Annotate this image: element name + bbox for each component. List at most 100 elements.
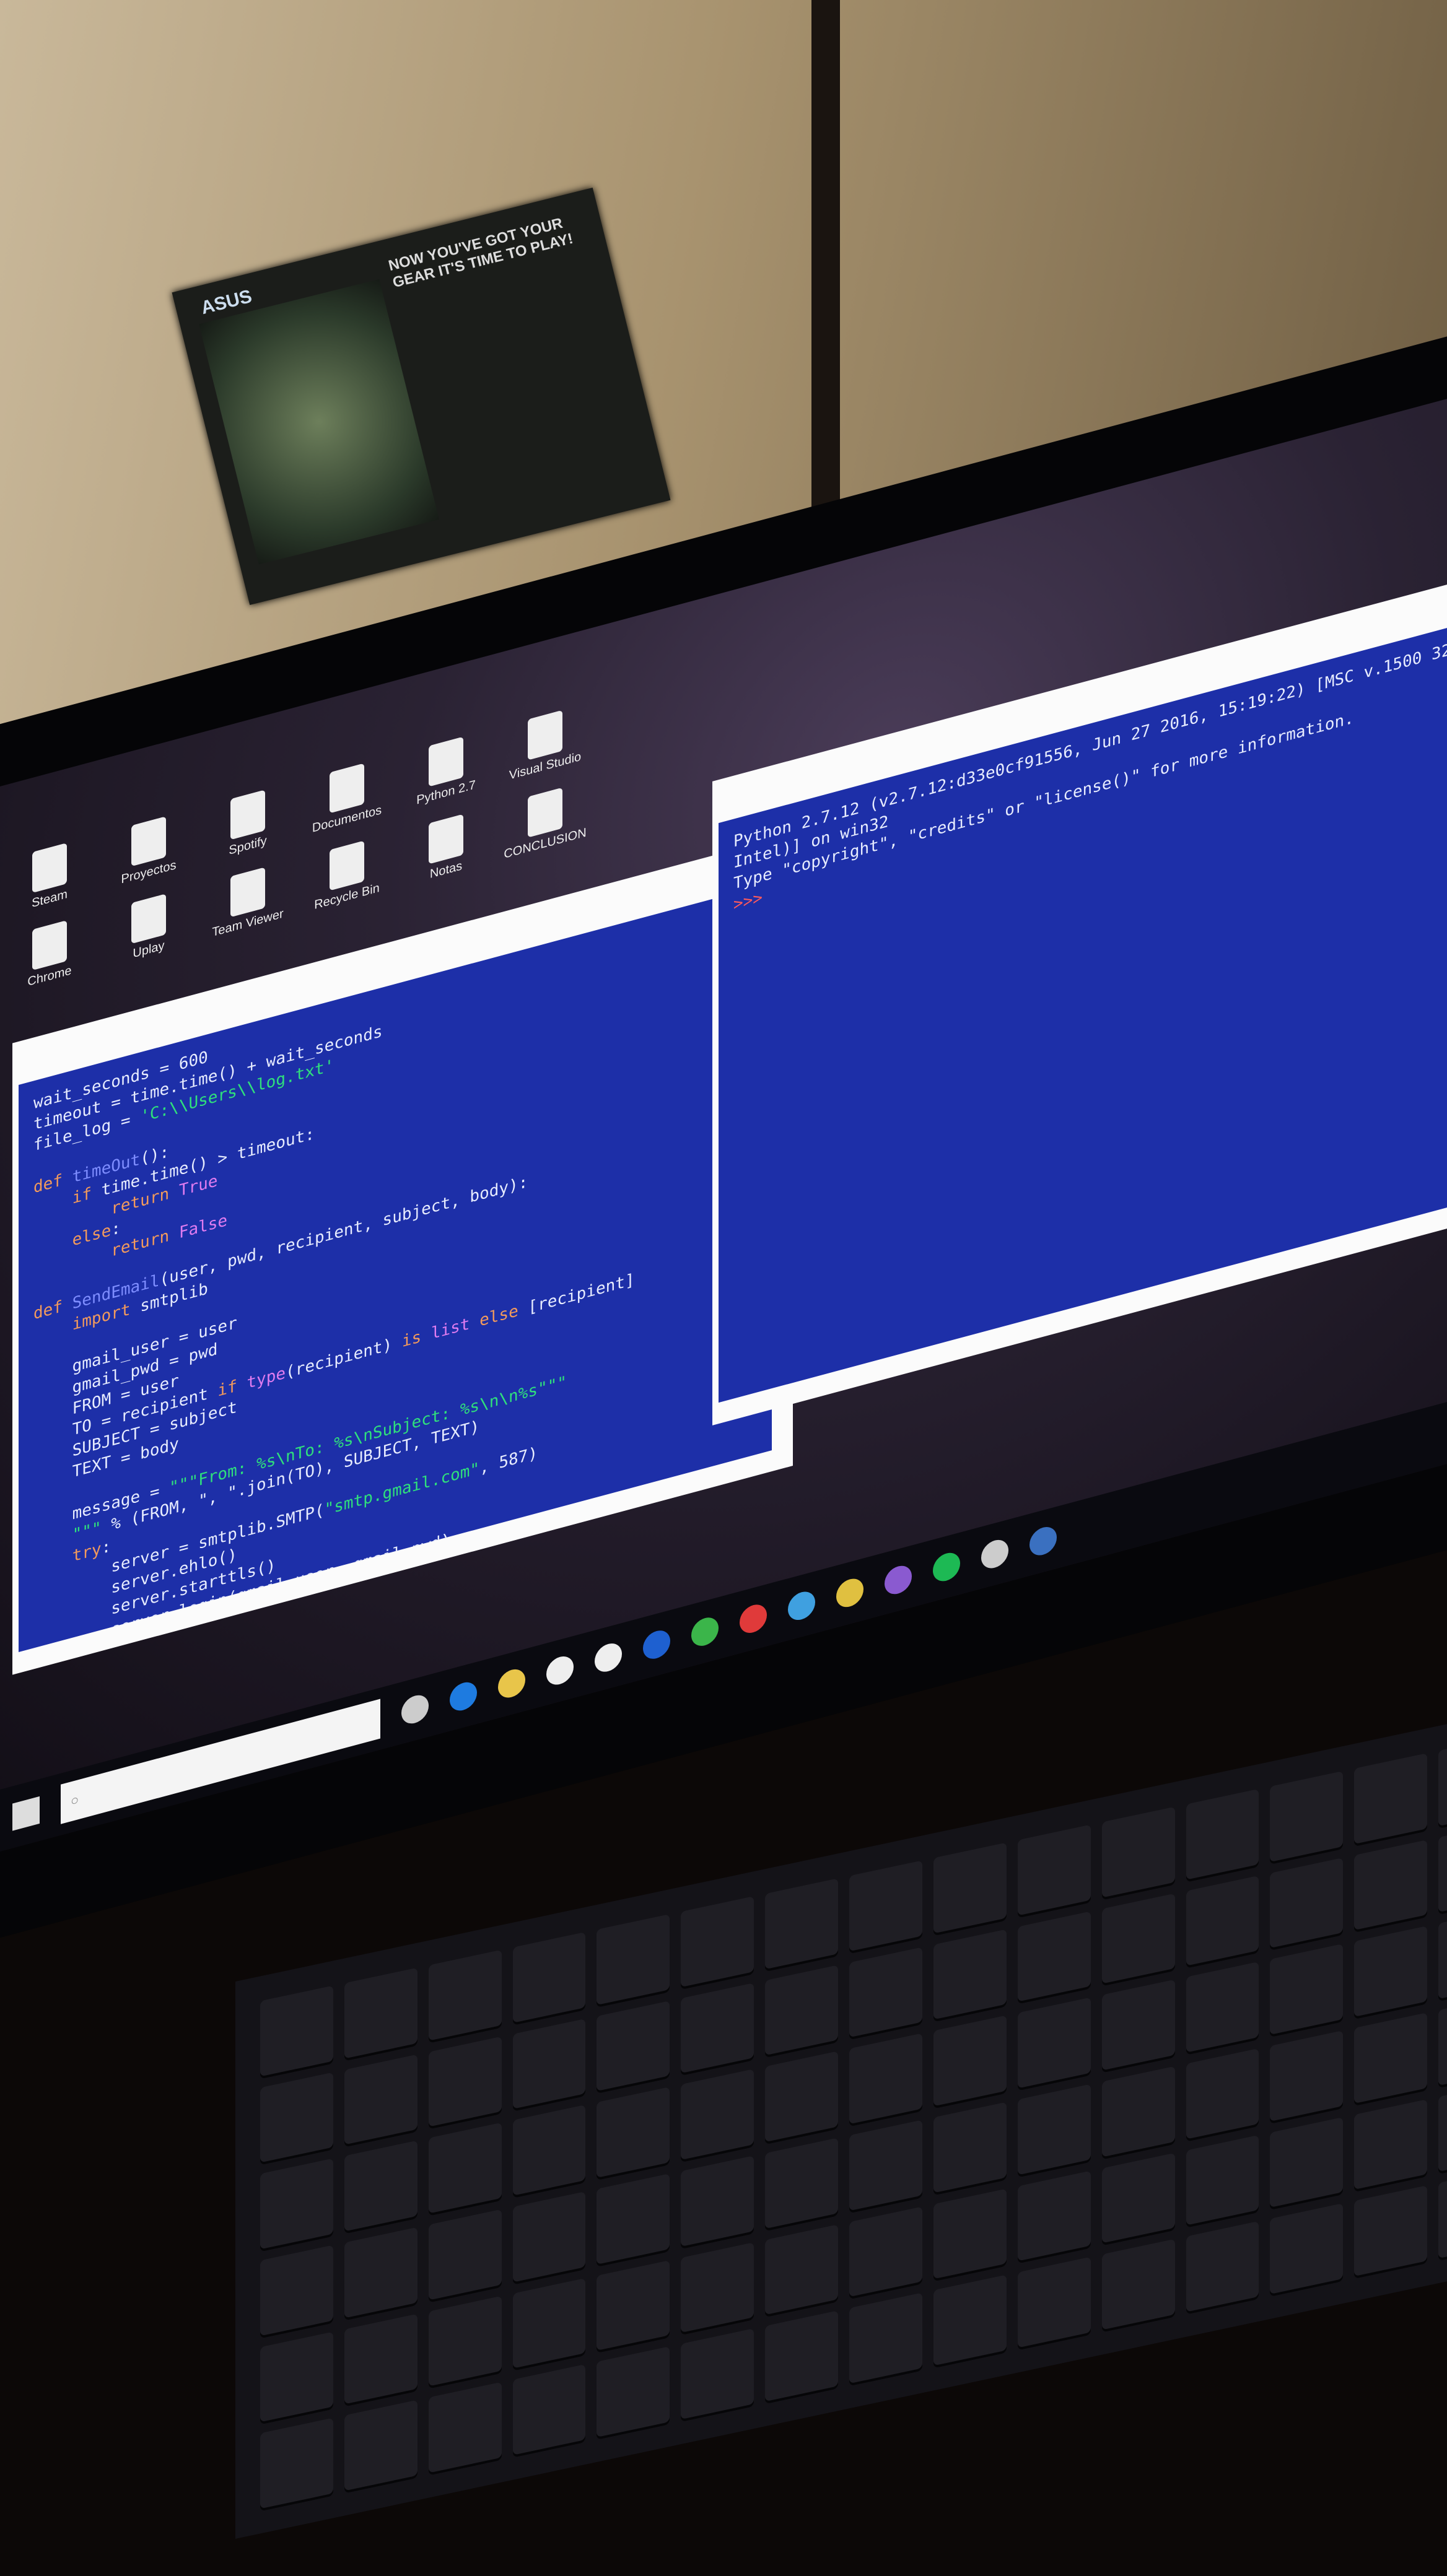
keyboard-key [933, 2015, 1007, 2107]
poster-artwork [199, 279, 439, 565]
cortana-icon[interactable] [643, 1627, 670, 1662]
desktop-icon[interactable]: Documentos [304, 756, 390, 838]
edge-icon[interactable] [450, 1679, 477, 1714]
keyboard-key [260, 1985, 333, 2077]
desktop-icon-label: Proyectos [121, 858, 177, 887]
windows-start-icon[interactable] [12, 1796, 40, 1831]
python-shell-content[interactable]: Python 2.7.12 (v2.7.12:d33e0cf91556, Jun… [719, 614, 1447, 1403]
keyboard-key [1270, 1944, 1344, 2035]
keyboard-key [1186, 1875, 1259, 1967]
keyboard-key [260, 2158, 333, 2250]
keyboard-key [849, 1946, 922, 2038]
keyboard-key [1101, 2152, 1175, 2244]
mail-icon[interactable] [595, 1640, 622, 1675]
python-idle-icon[interactable] [1030, 1523, 1057, 1559]
file-icon [528, 787, 562, 838]
keyboard-key [849, 2120, 922, 2211]
code-token: : [101, 1536, 111, 1559]
keyboard-key [933, 2274, 1007, 2366]
desktop-icon[interactable]: CONCLUSION [502, 780, 588, 863]
keyboard-key [1354, 2185, 1428, 2277]
keyboard-key [1270, 2117, 1344, 2208]
desktop-icon[interactable]: Python 2.7 [403, 729, 489, 812]
keyboard-key [597, 2087, 670, 2178]
keyboard-key [1354, 1753, 1428, 1844]
code-editor-content[interactable]: wait_seconds = 600 timeout = time.time() … [19, 883, 772, 1652]
file-icon [429, 814, 463, 864]
keyboard-key [428, 2209, 502, 2300]
keyboard-key [597, 2260, 670, 2351]
keyboard-key [344, 2227, 417, 2318]
keyboard-key [1270, 1857, 1344, 1949]
file-icon [330, 840, 364, 891]
shell-output-line: Python 2.7.12 (v2.7.12:d33e0cf91556, Jun… [733, 625, 1447, 851]
file-icon [32, 843, 67, 894]
file-icon [429, 736, 463, 787]
keyboard-key [681, 2069, 754, 2160]
keyboard-key [344, 2140, 417, 2232]
keyboard-key [1186, 2048, 1259, 2139]
code-token: : [111, 1218, 121, 1240]
keyboard-key [849, 2033, 922, 2125]
spotify-icon[interactable] [933, 1549, 960, 1585]
keyboard-key [512, 2105, 586, 2196]
python-icon[interactable] [836, 1575, 863, 1611]
chrome-icon[interactable] [691, 1614, 719, 1649]
file-icon [230, 790, 265, 840]
file-explorer-icon[interactable] [498, 1666, 525, 1701]
keyboard-key [1186, 2221, 1259, 2312]
desktop-icon[interactable]: Uplay [105, 887, 192, 969]
keyboard-key [597, 2173, 670, 2265]
keyboard-key [1354, 2012, 1428, 2104]
keyboard-key [512, 2191, 586, 2282]
keyboard-key [260, 2072, 333, 2163]
keyboard-key [1017, 1911, 1091, 2002]
keyboard-key [765, 1964, 839, 2056]
keyboard-key [428, 2382, 502, 2473]
keyboard-key [765, 2051, 839, 2143]
keyboard-key [933, 1929, 1007, 2020]
keyboard-key [1438, 2167, 1447, 2259]
keyboard-key [933, 2102, 1007, 2193]
keyboard-key [1438, 1821, 1447, 1913]
keyboard-key [597, 1913, 670, 2005]
keyboard-key [512, 2364, 586, 2455]
keyboard-key [765, 2310, 839, 2402]
wall-seam [811, 0, 840, 533]
desktop-icon[interactable]: Spotify [204, 783, 291, 865]
keyboard-key [1270, 2030, 1344, 2121]
code-token: 'Error al mandar correo' [169, 1648, 402, 1652]
steam-icon[interactable] [981, 1536, 1008, 1572]
keyboard-key [765, 1878, 839, 1969]
keyboard-key [260, 2417, 333, 2509]
desktop-icon[interactable]: Proyectos [105, 809, 192, 892]
keyboard-key [512, 1931, 586, 2023]
store-icon[interactable] [546, 1653, 574, 1688]
keyboard-key [1101, 1979, 1175, 2071]
visual-studio-icon[interactable] [885, 1562, 912, 1598]
terminal-icon[interactable] [788, 1588, 815, 1624]
keyboard-key [1438, 1995, 1447, 2086]
keyboard-key [1101, 1893, 1175, 1985]
opera-icon[interactable] [740, 1601, 767, 1637]
keyboard-key [681, 2156, 754, 2247]
python-shell-window[interactable]: Python 2.7.12 (v2.7.12:d33e0cf91556, Jun… [712, 565, 1447, 1425]
desktop-icon[interactable]: Chrome [6, 913, 93, 996]
desktop-icon[interactable]: Steam [6, 836, 93, 918]
keyboard-key [428, 2295, 502, 2387]
keyboard-key [1017, 1997, 1091, 2089]
desktop-icon[interactable]: Recycle Bin [304, 833, 390, 916]
keyboard-key [1101, 2239, 1175, 2330]
file-icon [330, 763, 364, 814]
desktop-icon[interactable]: Team Viewer [204, 860, 291, 942]
keyboard-key [765, 2138, 839, 2229]
keyboard-key [1186, 2134, 1259, 2226]
keyboard-key [1017, 1824, 1091, 1916]
task-view-icon[interactable] [401, 1692, 429, 1727]
file-icon [230, 867, 265, 918]
keyboard-key [849, 2292, 922, 2384]
desktop-icon[interactable]: Visual Studio [502, 703, 588, 785]
keyboard-key [1101, 2066, 1175, 2157]
keyboard-key [344, 2400, 417, 2491]
desktop-icon[interactable]: Notas [403, 807, 489, 889]
